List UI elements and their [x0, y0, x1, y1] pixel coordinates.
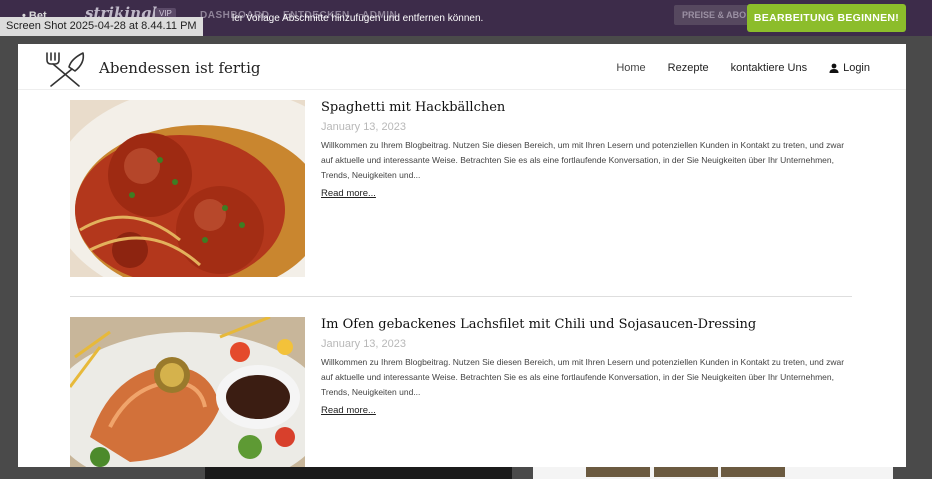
spaghetti-meatballs-photo[interactable] — [70, 100, 305, 277]
post-title[interactable]: Im Ofen gebackenes Lachsfilet mit Chili … — [321, 317, 851, 332]
background-thumbnail — [586, 466, 650, 477]
site-preview: Abendessen ist fertig Home Rezepte konta… — [18, 44, 906, 467]
site-header: Abendessen ist fertig Home Rezepte konta… — [18, 44, 906, 90]
post-title[interactable]: Spaghetti mit Hackbällchen — [321, 100, 851, 115]
nav-home[interactable]: Home — [616, 62, 645, 74]
post-excerpt: Willkommen zu Ihrem Blogbeitrag. Nutzen … — [321, 140, 845, 180]
pricing-button[interactable]: PREISE & ABO — [674, 5, 754, 25]
site-title[interactable]: Abendessen ist fertig — [99, 59, 260, 77]
post-body: Im Ofen gebackenes Lachsfilet mit Chili … — [321, 317, 851, 418]
read-more-link[interactable]: Read more... — [321, 405, 376, 416]
post-excerpt: Willkommen zu Ihrem Blogbeitrag. Nutzen … — [321, 357, 845, 397]
nav-login[interactable]: Login — [829, 62, 870, 74]
post-body: Spaghetti mit Hackbällchen January 13, 2… — [321, 100, 851, 201]
screenshot-filename-label: Screen Shot 2025-04-28 at 8.44.11 PM — [0, 17, 203, 36]
crossed-fork-knife-icon[interactable] — [41, 49, 91, 89]
nav-login-label: Login — [843, 62, 870, 74]
nav-recipes[interactable]: Rezepte — [668, 62, 709, 74]
start-editing-button[interactable]: BEARBEITUNG BEGINNEN! — [747, 4, 906, 32]
read-more-link[interactable]: Read more... — [321, 188, 376, 199]
background-image — [205, 466, 512, 479]
editor-hint: ler Vorlage Abschnitte hinzufügen und en… — [232, 13, 484, 24]
baked-salmon-photo[interactable] — [70, 317, 305, 467]
background-thumbnail — [654, 466, 718, 477]
post-date: January 13, 2023 — [321, 121, 407, 133]
post-date: January 13, 2023 — [321, 338, 407, 350]
background-thumbnail — [721, 466, 785, 477]
post-divider — [70, 296, 852, 297]
site-nav: Home Rezepte kontaktiere Uns Login — [616, 62, 870, 74]
nav-contact[interactable]: kontaktiere Uns — [731, 62, 807, 74]
user-icon — [829, 63, 839, 73]
